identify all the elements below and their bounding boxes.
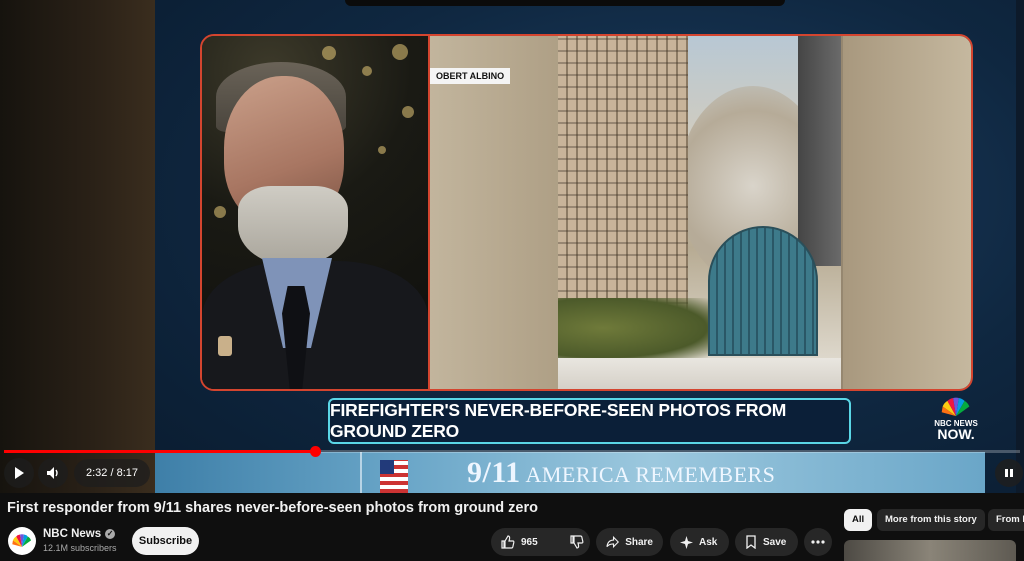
logo-text-now: NOW. (937, 426, 975, 442)
america-remembers-banner: 9/11 AMERICA REMEMBERS (155, 452, 985, 493)
volume-icon (47, 467, 58, 479)
miniplayer-pause-button[interactable] (995, 459, 1023, 487)
chip-more-from-this-story[interactable]: More from this story (877, 509, 985, 531)
progress-bar[interactable] (4, 446, 1020, 457)
chip-from[interactable]: From N (988, 509, 1024, 531)
save-button[interactable]: Save (735, 528, 798, 556)
share-icon (606, 535, 620, 549)
more-actions-button[interactable] (804, 528, 832, 556)
video-title: First responder from 9/11 shares never-b… (7, 500, 538, 516)
save-label: Save (763, 536, 787, 548)
share-button[interactable]: Share (596, 528, 663, 556)
subscribe-button[interactable]: Subscribe (132, 527, 199, 555)
play-icon (15, 467, 24, 479)
channel-name-text[interactable]: NBC News (43, 528, 101, 540)
thumbs-down-icon (570, 535, 584, 549)
like-button[interactable]: 965 (491, 528, 548, 556)
progress-played (4, 450, 315, 453)
banner-text: AMERICA REMEMBERS (525, 462, 776, 487)
video-player[interactable]: OBERT ALBINO FIREFIGHTER'S NEVER-BEFORE-… (0, 0, 1024, 493)
thumbs-up-icon (501, 535, 515, 549)
progress-scrubber-handle[interactable] (309, 446, 321, 457)
name-caption: OBERT ALBINO (430, 68, 511, 84)
pause-icon (1005, 469, 1013, 477)
nbc-news-now-logo: NBC NEWS NOW. (934, 397, 978, 441)
ask-button[interactable]: Ask (670, 528, 729, 556)
sparkle-icon (680, 535, 693, 549)
verified-badge-icon: ✓ (105, 529, 116, 539)
winter-garden-dome (708, 226, 818, 356)
headline-banner: FIREFIGHTER'S NEVER-BEFORE-SEEN PHOTOS F… (328, 398, 851, 444)
top-overlay-bar (345, 0, 785, 6)
ground-zero-photo (558, 36, 841, 389)
banner-date: 9/11 (467, 456, 521, 489)
volume-button[interactable] (38, 458, 68, 488)
nbc-peacock-icon (12, 534, 32, 547)
play-button[interactable] (4, 458, 34, 488)
split-screen-panel: OBERT ALBINO (200, 34, 973, 391)
american-flag-icon (380, 460, 408, 493)
like-count: 965 (521, 536, 538, 548)
subscriber-count: 12.1M subscribers (43, 543, 117, 553)
bookmark-icon (746, 535, 756, 549)
more-horizontal-icon (811, 540, 825, 544)
like-dislike-group: 965 (491, 528, 590, 556)
lapel-pin (218, 336, 232, 356)
channel-avatar[interactable] (8, 527, 36, 555)
channel-name[interactable]: NBC News ✓ (43, 528, 116, 540)
ground-zero-photo-area: OBERT ALBINO (430, 36, 971, 389)
video-letterbox-right (1016, 0, 1024, 493)
chip-all[interactable]: All (844, 509, 873, 531)
peacock-icon (941, 397, 970, 417)
dislike-button[interactable] (560, 528, 594, 556)
time-display: 2:32 / 8:17 (74, 459, 150, 487)
interview-portrait (202, 36, 428, 389)
share-label: Share (625, 536, 653, 548)
ask-label: Ask (699, 536, 718, 548)
recommended-video-thumbnail[interactable] (844, 540, 1016, 561)
video-letterbox-left (0, 0, 155, 493)
